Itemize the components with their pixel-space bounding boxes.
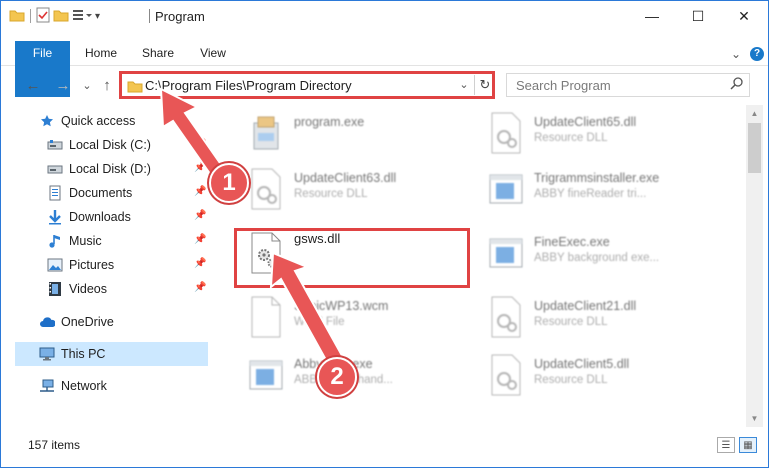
step-1-marker: 1 [209,163,249,203]
explorer-window: ▾ Program — ☐ ✕ File Home Share View ⌄ ?… [0,0,769,468]
annotation-arrows [159,87,347,371]
step-2-marker: 2 [317,357,357,397]
